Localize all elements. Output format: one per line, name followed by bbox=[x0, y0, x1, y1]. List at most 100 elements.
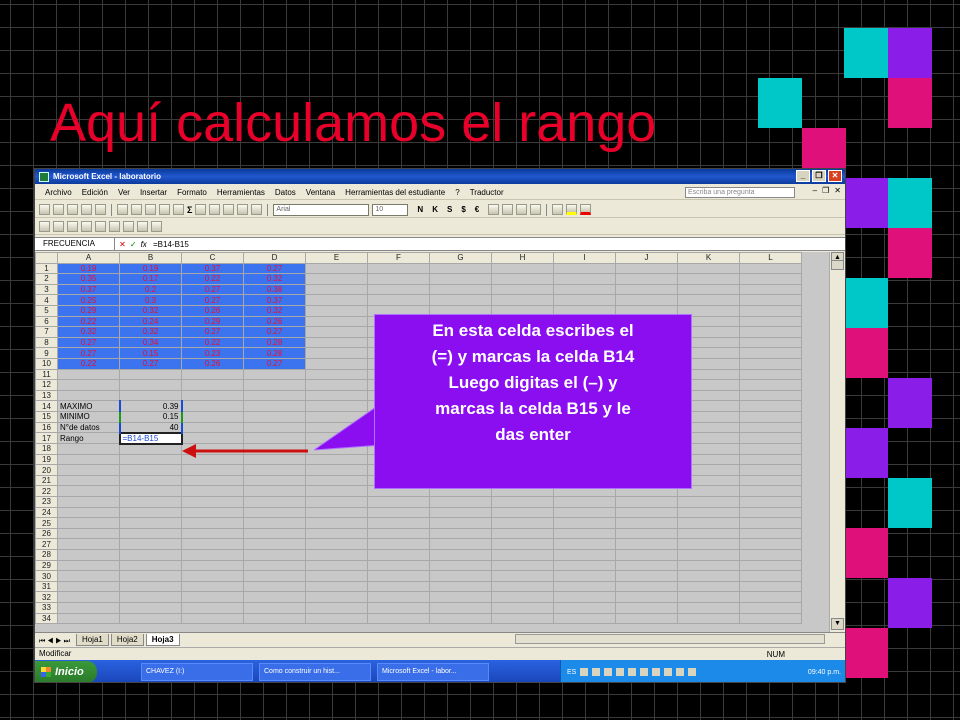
restore-icon[interactable]: ❐ bbox=[812, 170, 826, 182]
scroll-down-icon[interactable]: ▼ bbox=[831, 618, 844, 630]
column-header[interactable]: E bbox=[305, 252, 368, 264]
empty-cell[interactable] bbox=[615, 294, 678, 306]
empty-cell[interactable] bbox=[615, 496, 678, 508]
tray-app-icon[interactable] bbox=[628, 668, 637, 676]
empty-cell[interactable] bbox=[429, 496, 492, 508]
empty-cell[interactable] bbox=[57, 580, 120, 593]
minimize-icon[interactable]: _ bbox=[796, 170, 810, 182]
data-cell[interactable]: 0.19 bbox=[119, 262, 182, 275]
align-center-icon[interactable] bbox=[502, 204, 514, 215]
empty-cell[interactable] bbox=[739, 336, 802, 349]
zoom-icon[interactable] bbox=[237, 204, 249, 215]
empty-cell[interactable] bbox=[305, 357, 368, 370]
data-cell[interactable]: 0.32 bbox=[119, 304, 182, 317]
empty-cell[interactable] bbox=[119, 602, 182, 614]
empty-cell[interactable] bbox=[243, 464, 306, 476]
empty-cell[interactable] bbox=[243, 591, 306, 603]
empty-cell[interactable] bbox=[615, 262, 678, 275]
column-header[interactable]: C bbox=[181, 252, 244, 264]
taskbar-button[interactable]: Como construir un hist... bbox=[259, 663, 371, 681]
empty-cell[interactable] bbox=[305, 570, 368, 582]
row-header[interactable]: 10 bbox=[35, 357, 58, 370]
data-cell[interactable]: 0.37 bbox=[181, 262, 244, 275]
empty-cell[interactable] bbox=[739, 517, 802, 529]
empty-cell[interactable] bbox=[553, 612, 616, 625]
empty-cell[interactable] bbox=[739, 591, 802, 603]
column-header[interactable]: F bbox=[367, 252, 430, 264]
empty-cell[interactable] bbox=[739, 368, 802, 381]
row-header[interactable]: 34 bbox=[35, 612, 58, 625]
data-cell[interactable]: 0.34 bbox=[119, 336, 182, 349]
empty-cell[interactable] bbox=[305, 506, 368, 519]
empty-cell[interactable] bbox=[305, 474, 368, 487]
row-header[interactable]: 28 bbox=[35, 549, 58, 561]
empty-cell[interactable] bbox=[553, 273, 616, 285]
empty-cell[interactable] bbox=[119, 379, 182, 391]
data-cell[interactable]: 0.32 bbox=[243, 273, 306, 285]
row-header[interactable]: 1 bbox=[35, 262, 58, 275]
empty-cell[interactable] bbox=[243, 421, 306, 434]
row-header[interactable]: 6 bbox=[35, 315, 58, 328]
empty-cell[interactable] bbox=[181, 580, 244, 593]
data-cell[interactable]: 0.25 bbox=[57, 294, 120, 306]
empty-cell[interactable] bbox=[367, 517, 430, 529]
empty-cell[interactable] bbox=[119, 453, 182, 466]
data-cell[interactable]: 0.27 bbox=[243, 326, 306, 338]
taskbar-button[interactable]: CHAVEZ (I:) bbox=[141, 663, 253, 681]
research-icon[interactable] bbox=[53, 221, 64, 232]
empty-cell[interactable] bbox=[119, 389, 182, 402]
data-cell[interactable]: 0.17 bbox=[119, 273, 182, 285]
empty-cell[interactable] bbox=[367, 559, 430, 572]
empty-cell[interactable] bbox=[119, 443, 182, 455]
empty-cell[interactable] bbox=[243, 580, 306, 593]
ask-question-box[interactable]: Escriba una pregunta bbox=[685, 187, 795, 198]
empty-cell[interactable] bbox=[615, 506, 678, 519]
empty-cell[interactable] bbox=[119, 559, 182, 572]
empty-cell[interactable] bbox=[243, 602, 306, 614]
data-cell[interactable]: 0.37 bbox=[243, 294, 306, 306]
menu-item[interactable]: Herramientas bbox=[217, 188, 265, 197]
empty-cell[interactable] bbox=[181, 432, 244, 445]
stat-label-cell[interactable]: Rango bbox=[57, 432, 120, 445]
empty-cell[interactable] bbox=[243, 517, 306, 529]
empty-cell[interactable] bbox=[739, 283, 802, 296]
empty-cell[interactable] bbox=[739, 315, 802, 328]
empty-cell[interactable] bbox=[677, 506, 740, 519]
empty-cell[interactable] bbox=[305, 496, 368, 508]
vertical-scrollbar[interactable]: ▲ ▼ bbox=[829, 252, 845, 632]
start-button[interactable]: Inicio bbox=[35, 661, 97, 682]
column-header[interactable]: J bbox=[615, 252, 678, 264]
empty-cell[interactable] bbox=[57, 538, 120, 551]
empty-cell[interactable] bbox=[181, 538, 244, 551]
empty-cell[interactable] bbox=[181, 602, 244, 614]
row-header[interactable]: 22 bbox=[35, 485, 58, 498]
empty-cell[interactable] bbox=[429, 612, 492, 625]
empty-cell[interactable] bbox=[615, 591, 678, 603]
document-icon[interactable] bbox=[123, 221, 134, 232]
workbook-restore-icon[interactable]: ❐ bbox=[822, 186, 829, 195]
data-cell[interactable]: 0.32 bbox=[119, 326, 182, 338]
empty-cell[interactable] bbox=[305, 453, 368, 466]
data-cell[interactable]: 0.29 bbox=[57, 304, 120, 317]
empty-cell[interactable] bbox=[429, 570, 492, 582]
empty-cell[interactable] bbox=[305, 336, 368, 349]
empty-cell[interactable] bbox=[243, 538, 306, 551]
empty-cell[interactable] bbox=[429, 602, 492, 614]
data-cell[interactable]: 0.15 bbox=[119, 347, 182, 359]
empty-cell[interactable] bbox=[181, 368, 244, 381]
spelling-icon[interactable] bbox=[39, 221, 50, 232]
empty-cell[interactable] bbox=[57, 379, 120, 391]
worksheet-icon[interactable] bbox=[81, 221, 92, 232]
column-header[interactable]: L bbox=[739, 252, 802, 264]
empty-cell[interactable] bbox=[739, 464, 802, 476]
empty-cell[interactable] bbox=[615, 527, 678, 540]
new-icon[interactable] bbox=[39, 204, 50, 215]
empty-cell[interactable] bbox=[739, 421, 802, 434]
empty-cell[interactable] bbox=[181, 527, 244, 540]
row-header[interactable]: 26 bbox=[35, 527, 58, 540]
empty-cell[interactable] bbox=[553, 549, 616, 561]
data-cell[interactable]: 0.27 bbox=[181, 326, 244, 338]
empty-cell[interactable] bbox=[677, 602, 740, 614]
tab-scroll-icon[interactable]: ⏮ ◀ ▶ ⏭ bbox=[39, 638, 70, 646]
empty-cell[interactable] bbox=[119, 527, 182, 540]
